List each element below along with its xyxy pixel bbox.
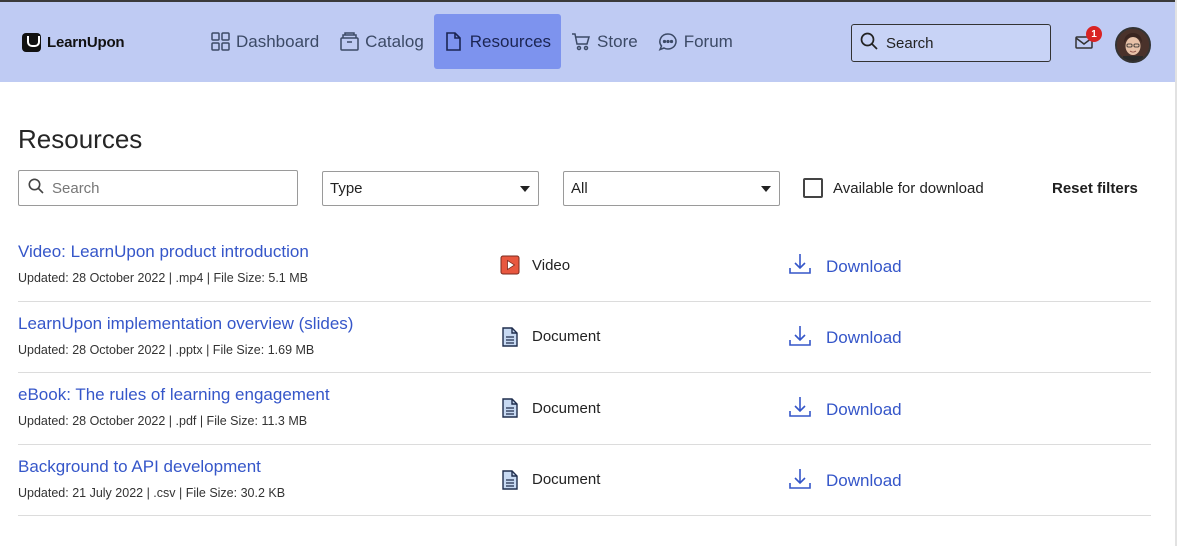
resource-search-input[interactable] (52, 179, 282, 197)
nav-label: Store (597, 31, 638, 51)
chevron-down-icon (520, 186, 530, 192)
resource-type: Video (500, 255, 570, 275)
resource-search[interactable] (18, 170, 298, 206)
resource-meta: Updated: 28 October 2022 | .pptx | File … (18, 342, 315, 357)
user-avatar[interactable] (1115, 27, 1151, 63)
page-title: Resources (18, 124, 143, 154)
dashboard-grid-icon (210, 32, 230, 52)
resource-title-link[interactable]: LearnUpon implementation overview (slide… (18, 314, 353, 334)
catalog-icon (339, 32, 359, 52)
available-for-download-filter[interactable]: Available for download (803, 178, 984, 198)
resource-title-link[interactable]: Background to API development (18, 457, 261, 477)
resource-title-link[interactable]: eBook: The rules of learning engagement (18, 385, 330, 405)
nav-item-catalog[interactable]: Catalog (329, 14, 434, 69)
top-header: LearnUpon Dashboard Catalog Resources St… (0, 2, 1175, 82)
notification-badge: 1 (1086, 26, 1102, 42)
type-select-value: Type (330, 180, 363, 197)
nav-label: Catalog (365, 31, 424, 51)
list-item: LearnUpon implementation overview (slide… (18, 302, 1151, 373)
document-icon (500, 469, 520, 490)
download-icon (788, 395, 812, 424)
download-button[interactable]: Download (788, 395, 902, 424)
resource-meta: Updated: 28 October 2022 | .pdf | File S… (18, 414, 308, 428)
resource-type: Document (500, 398, 600, 418)
list-item: Video: LearnUpon product introduction Up… (18, 230, 1151, 302)
learnupon-logo-icon (22, 33, 41, 52)
document-icon (500, 398, 520, 418)
resource-meta: Updated: 28 October 2022 | .mp4 | File S… (18, 271, 308, 285)
resource-type: Document (500, 469, 601, 490)
scope-select-value: All (571, 180, 588, 197)
download-label: Download (826, 256, 902, 276)
search-icon (28, 178, 44, 199)
resource-type-label: Document (532, 399, 601, 417)
available-checkbox[interactable] (803, 178, 823, 198)
nav-label: Dashboard (236, 31, 320, 51)
list-item: eBook: The rules of learning engagement … (18, 373, 1151, 445)
nav-label: Forum (683, 31, 733, 51)
download-button[interactable]: Download (788, 467, 902, 496)
nav-item-store[interactable]: Store (561, 14, 648, 69)
scope-select[interactable]: All (563, 171, 780, 206)
resource-type-label: Document (532, 328, 601, 345)
nav-item-forum[interactable]: Forum (648, 14, 743, 69)
resource-meta: Updated: 21 July 2022 | .csv | File Size… (18, 485, 286, 500)
download-button[interactable]: Download (788, 252, 902, 281)
download-button[interactable]: Download (788, 324, 902, 353)
resource-type-label: Video (532, 256, 571, 274)
resource-type-label: Document (532, 471, 601, 488)
logo[interactable]: LearnUpon (22, 33, 125, 52)
list-item: Background to API development Updated: 2… (18, 445, 1151, 516)
video-icon (500, 255, 520, 275)
type-select[interactable]: Type (322, 171, 539, 206)
document-icon (500, 326, 520, 347)
cart-icon (571, 32, 591, 52)
chevron-down-icon (761, 186, 771, 192)
resource-title-link[interactable]: Video: LearnUpon product introduction (18, 242, 309, 262)
header-search[interactable] (851, 24, 1051, 62)
chat-bubble-icon (658, 32, 678, 52)
download-label: Download (826, 399, 902, 419)
search-icon (860, 32, 878, 55)
reset-filters-button[interactable]: Reset filters (1052, 180, 1138, 197)
resource-type: Document (500, 326, 601, 347)
download-label: Download (826, 471, 902, 490)
download-icon (788, 252, 812, 281)
header-search-input[interactable] (886, 34, 1036, 52)
nav-item-dashboard[interactable]: Dashboard (200, 14, 329, 69)
resource-list: Video: LearnUpon product introduction Up… (18, 230, 1151, 516)
nav-item-resources[interactable]: Resources (433, 14, 562, 69)
logo-text: LearnUpon (47, 34, 125, 51)
main-nav: Dashboard Catalog Resources Store Forum (200, 14, 743, 69)
download-label: Download (826, 328, 902, 347)
download-icon (788, 467, 812, 496)
download-icon (788, 324, 812, 353)
document-icon (444, 32, 464, 52)
available-checkbox-label: Available for download (833, 179, 984, 197)
nav-label: Resources (469, 31, 552, 51)
